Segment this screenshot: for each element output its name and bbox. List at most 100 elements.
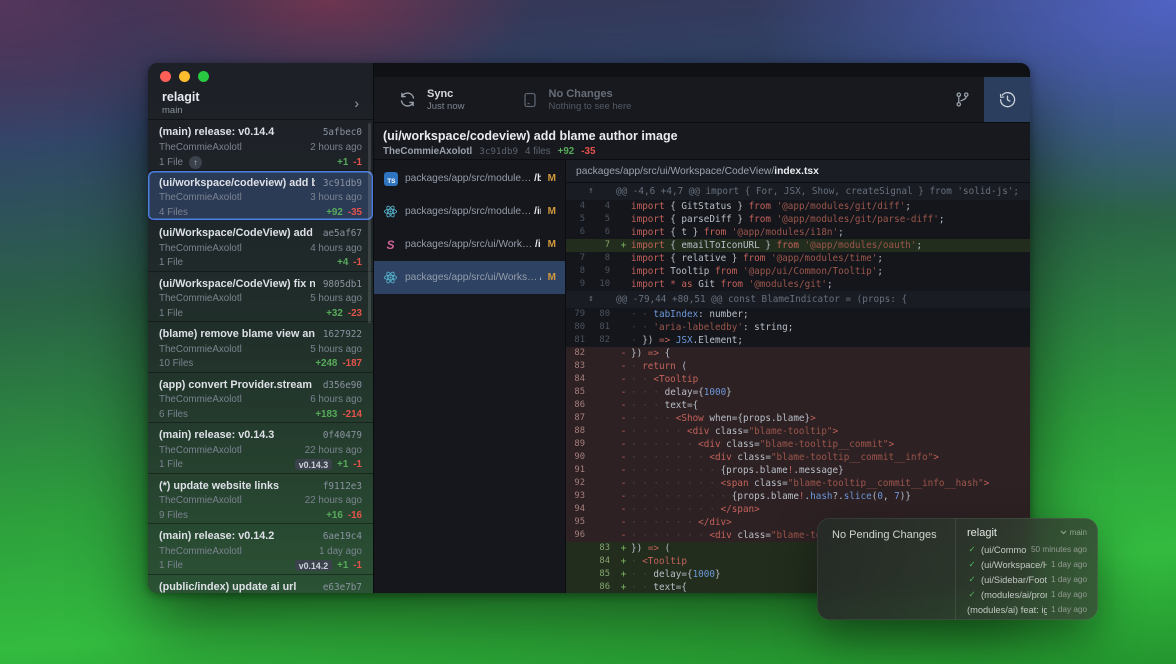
widget-commit-time: 1 day ago: [1051, 575, 1087, 584]
commit-files: 6 Files: [159, 409, 188, 420]
commit-row[interactable]: (public/index) update ai urle63e7b7TheCo…: [148, 575, 373, 594]
widget-commit-row[interactable]: ✓(modules/ai/prompt…1 day ago: [967, 587, 1087, 602]
commit-deletions: -1: [353, 257, 362, 268]
token: '@app/modules/git/parse-diff': [777, 214, 939, 225]
file-row[interactable]: TSpackages/app/src/module… /blame…M: [374, 162, 565, 195]
commit-row[interactable]: (main) release: v0.14.30f40479 TheCommieA…: [148, 423, 373, 474]
diff-marker: -: [616, 425, 631, 438]
commit-additions: +1: [337, 157, 348, 168]
gutter-old-line-number: 91: [566, 464, 591, 477]
indent-guides: · ·: [631, 582, 653, 593]
token: >: [833, 426, 839, 437]
branch-button[interactable]: [940, 77, 984, 122]
diff-marker: +: [616, 581, 631, 593]
titlebar: [148, 63, 373, 81]
expand-hunk-icon[interactable]: ↕: [566, 291, 616, 308]
code-text: · · · text={: [631, 399, 1030, 412]
commit-row[interactable]: (ui/Workspace/CodeView) fix not s…9805db…: [148, 272, 373, 323]
commit-row-line1: (main) release: v0.14.30f40479: [159, 429, 362, 441]
code-row: 88-· · · · · <div class="blame-tooltip">: [566, 425, 1030, 438]
file-row[interactable]: packages/app/src/ui/Works… /inde…M: [374, 261, 565, 294]
hunk-row: ↑@@ -4,6 +4,7 @@ import { For, JSX, Show…: [566, 183, 1030, 200]
expand-hunk-icon[interactable]: ↑: [566, 183, 616, 200]
token: import: [631, 253, 665, 264]
commit-row[interactable]: (blame) remove blame view and ad…1627922…: [148, 322, 373, 373]
commit-row[interactable]: (ui/Workspace/CodeView) add size …ae5af6…: [148, 221, 373, 272]
token: ;: [905, 201, 911, 212]
token: 'aria-labeledby': [653, 322, 743, 333]
gutter-new-line-number: 81: [591, 321, 616, 334]
code-text: import { parseDiff } from '@app/modules/…: [631, 213, 1030, 226]
commit-row[interactable]: (main) release: v0.14.45afbec0TheCommieA…: [148, 120, 373, 171]
widget-commit-row[interactable]: ✓(README) …1 day ago: [967, 617, 1087, 620]
gutter-new-line-number: 6: [591, 226, 616, 239]
code-text: · · · · · · · <div class="blame-tooltip_…: [631, 451, 1030, 464]
commit-file-count: 1 File: [159, 157, 183, 168]
code-row: 910import * as Git from '@modules/git';: [566, 278, 1030, 291]
commit-title: (main) release: v0.14.2: [159, 530, 315, 542]
react-icon: [383, 204, 398, 219]
sidebar-scrollbar[interactable]: [368, 123, 371, 323]
commit-author: TheCommieAxolotl: [159, 445, 242, 456]
commit-badges: +248-187: [315, 358, 362, 369]
widget-commit-row[interactable]: ✓(ui/Sidebar/Footer) …1 day ago: [967, 572, 1087, 587]
commit-title: (main) release: v0.14.4: [159, 126, 315, 138]
commit-row-line2: TheCommieAxolotl3 hours ago: [159, 192, 362, 203]
repo-name: relagit: [162, 90, 200, 104]
commit-additions: +4: [337, 257, 348, 268]
gutter-new-line-number: 86: [591, 581, 616, 593]
code-row: 8081· · 'aria-labeledby': string;: [566, 321, 1030, 334]
file-status-badge: M: [548, 272, 556, 283]
widget-commit-row[interactable]: (modules/ai) feat: ignor…1 day ago: [967, 602, 1087, 617]
token: </div>: [698, 517, 732, 528]
widget-commit-title: (ui/Sidebar/Footer) …: [981, 575, 1047, 585]
widget-commit-row[interactable]: ✓(ui/Workspace/Hea…1 day ago: [967, 557, 1087, 572]
widget-commit-time: 1 day ago: [1051, 560, 1087, 569]
commit-files: 9 Files: [159, 510, 188, 521]
code-text: · · · · · · · · {props.blame!.message}: [631, 464, 1030, 477]
widget-commit-title: (ui/Common/T…: [981, 545, 1027, 555]
commit-time: 1 day ago: [319, 546, 362, 557]
commit-row[interactable]: (ui/workspace/codeview) add blam…3c91db9…: [148, 171, 373, 222]
widget-branch-selector[interactable]: main: [1060, 528, 1087, 537]
token: }: [726, 387, 732, 398]
repo-selector[interactable]: relagit main ›: [148, 81, 373, 119]
indent-guides: · · · · ·: [631, 426, 687, 437]
commit-row-line2: TheCommieAxolotl6 hours ago: [159, 394, 362, 405]
token: }: [715, 569, 721, 580]
token: ,: [883, 491, 894, 502]
file-row[interactable]: packages/app/src/module… /index.…M: [374, 195, 565, 228]
history-clock-icon: [998, 90, 1017, 109]
code-row: 66import { t } from '@app/modules/i18n';: [566, 226, 1030, 239]
commit-row[interactable]: (*) update website linksf9112e3TheCommie…: [148, 474, 373, 525]
gutter-old-line-number: 79: [566, 308, 591, 321]
diff-file-path: packages/app/src/ui/Workspace/CodeView/: [576, 166, 774, 177]
token: )}: [900, 491, 911, 502]
check-icon: ✓: [967, 559, 977, 570]
sync-button[interactable]: Sync Just now: [398, 88, 465, 112]
token: (: [659, 543, 670, 554]
commit-title: (main) release: v0.14.3: [159, 429, 315, 441]
token: from: [777, 240, 799, 251]
gutter-old-line-number: 6: [566, 226, 591, 239]
diff-marker: -: [616, 477, 631, 490]
code-row: 55import { parseDiff } from '@app/module…: [566, 213, 1030, 226]
widget-commit-row[interactable]: ✓(ui/Common/T…50 minutes ago: [967, 542, 1087, 557]
file-row[interactable]: Spackages/app/src/ui/Work… /inde…M: [374, 228, 565, 261]
commit-title: (public/index) update ai url: [159, 581, 315, 593]
history-button[interactable]: [984, 77, 1030, 122]
token: ;: [877, 253, 883, 264]
token: .message}: [793, 465, 843, 476]
diff-marker: -: [616, 373, 631, 386]
gutter-new-line-number: 85: [591, 568, 616, 581]
commit-row[interactable]: (app) convert Provider.stream to As…d356…: [148, 373, 373, 424]
file-name: /inde…: [532, 239, 540, 250]
commit-button[interactable]: No Changes Nothing to see here: [521, 88, 632, 112]
code-row: 92-· · · · · · · · <span class="blame-to…: [566, 477, 1030, 490]
unpushed-badge: ↑: [189, 156, 202, 169]
diff-marker: -: [616, 412, 631, 425]
code-text: · · · · · · · · </span>: [631, 503, 1030, 516]
widget-commit-time: 50 minutes ago: [1031, 545, 1087, 554]
commit-file-count: 6 Files: [159, 409, 188, 420]
commit-row[interactable]: (main) release: v0.14.26ae19c4TheCommieA…: [148, 524, 373, 575]
